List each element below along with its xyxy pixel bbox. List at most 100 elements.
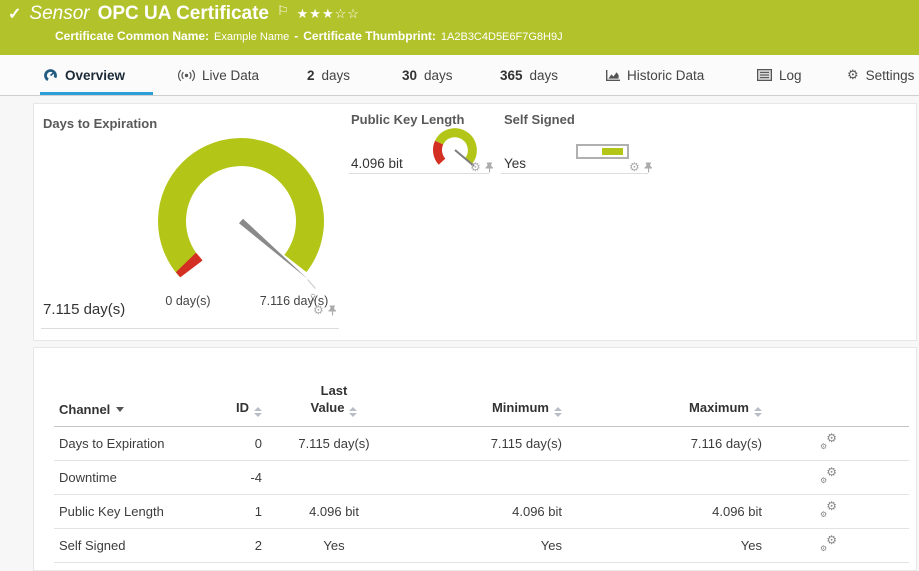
gauges-panel: Days to Expiration x̄ 0 day(s) 7.116 day… xyxy=(33,103,917,341)
pin-icon[interactable] xyxy=(328,305,337,316)
tile-divider xyxy=(501,173,648,174)
tab-30-days-unit: days xyxy=(424,68,453,83)
cell-id: -4 xyxy=(214,460,264,494)
gauge-public-key-length-value: 4.096 bit xyxy=(351,156,403,171)
tab-2-days[interactable]: 2 days xyxy=(307,55,350,95)
pin-icon[interactable] xyxy=(485,162,494,173)
cell-maximum: 4.096 bit xyxy=(564,494,764,528)
channel-settings-gear-icon[interactable]: ⚙ xyxy=(313,304,324,316)
self-signed-indicator xyxy=(576,144,629,159)
sort-icon xyxy=(349,407,357,417)
cell-last-value: 4.096 bit xyxy=(264,494,404,528)
edit-channel-gears-icon[interactable]: ⚙⚙ xyxy=(820,502,837,517)
tab-30-days-number: 30 xyxy=(402,68,417,83)
channel-settings-gear-icon[interactable]: ⚙ xyxy=(629,161,640,173)
cell-last-value xyxy=(264,460,404,494)
gauge-self-signed-title: Self Signed xyxy=(504,112,575,127)
cell-maximum: Yes xyxy=(564,528,764,562)
gauge-scale-min: 0 day(s) xyxy=(144,294,232,308)
gauge-threshold-red-tick xyxy=(186,263,192,269)
table-row: Self Signed 2 Yes Yes Yes ⚙⚙ xyxy=(54,528,909,562)
tab-overview[interactable]: Overview xyxy=(43,55,125,95)
cell-minimum xyxy=(404,460,564,494)
table-row: Public Key Length 1 4.096 bit 4.096 bit … xyxy=(54,494,909,528)
table-row: Downtime -4 ⚙⚙ xyxy=(54,460,909,494)
tab-overview-label: Overview xyxy=(65,68,125,83)
tab-365-days[interactable]: 365 days xyxy=(500,55,558,95)
sort-icon xyxy=(754,407,762,417)
pin-icon[interactable] xyxy=(644,162,653,173)
cell-last-value: Yes xyxy=(264,528,404,562)
thumbprint-value: 1A2B3C4D5E6F7G8H9J xyxy=(441,31,563,43)
cell-minimum: Yes xyxy=(404,528,564,562)
subtitle-separator: - xyxy=(294,29,298,43)
tab-settings-label: Settings xyxy=(866,68,915,83)
gauge-tile-actions: ⚙ xyxy=(629,161,653,173)
header-actions xyxy=(764,364,909,426)
channels-panel: Channel ID LastValue Minimum Maximum Day… xyxy=(33,347,917,571)
sensor-tabbar: Overview Live Data 2 days 30 days 365 da… xyxy=(0,55,919,96)
tab-historic-data-label: Historic Data xyxy=(627,68,704,83)
common-name-value: Example Name xyxy=(214,31,289,43)
gauge-days-to-expiration-value: 7.115 day(s) xyxy=(43,301,125,318)
gauge-arc-green xyxy=(439,133,472,161)
header-channel[interactable]: Channel xyxy=(54,364,214,426)
sort-icon xyxy=(254,407,262,417)
tile-divider xyxy=(349,173,489,174)
tab-live-data[interactable]: Live Data xyxy=(178,55,259,95)
tab-log[interactable]: Log xyxy=(757,55,802,95)
cell-maximum xyxy=(564,460,764,494)
edit-channel-gears-icon[interactable]: ⚙⚙ xyxy=(820,434,837,449)
object-kind-label: Sensor xyxy=(29,3,89,25)
channel-settings-gear-icon[interactable]: ⚙ xyxy=(470,161,481,173)
sensor-header: ✓ Sensor OPC UA Certificate ⚐ ★★★☆☆ Cert… xyxy=(0,0,919,55)
status-up-check-icon: ✓ xyxy=(8,4,21,24)
cell-id: 0 xyxy=(214,426,264,460)
gauge-icon xyxy=(43,68,58,82)
tab-365-days-unit: days xyxy=(530,68,559,83)
tab-settings[interactable]: ⚙ Settings xyxy=(847,55,914,95)
cell-id: 1 xyxy=(214,494,264,528)
stars-filled[interactable]: ★★★ xyxy=(297,6,335,21)
cell-actions: ⚙⚙ xyxy=(764,528,909,562)
tab-log-label: Log xyxy=(779,68,802,83)
cell-minimum: 4.096 bit xyxy=(404,494,564,528)
cell-actions: ⚙⚙ xyxy=(764,426,909,460)
sort-desc-icon xyxy=(116,407,124,412)
gauge-arc-red xyxy=(437,143,442,162)
priority-stars[interactable]: ★★★☆☆ xyxy=(297,6,360,22)
tab-2-days-number: 2 xyxy=(307,68,315,83)
header-maximum[interactable]: Maximum xyxy=(564,364,764,426)
header-id[interactable]: ID xyxy=(214,364,264,426)
cell-id: 2 xyxy=(214,528,264,562)
table-row: Days to Expiration 0 7.115 day(s) 7.115 … xyxy=(54,426,909,460)
header-minimum[interactable]: Minimum xyxy=(404,364,564,426)
gauge-tile-actions: ⚙ xyxy=(470,161,494,173)
edit-channel-gears-icon[interactable]: ⚙⚙ xyxy=(820,536,837,551)
table-header-row: Channel ID LastValue Minimum Maximum xyxy=(54,364,909,426)
gauge-arc-green xyxy=(172,152,310,267)
thumbprint-label: Certificate Thumbprint: xyxy=(303,29,436,43)
header-last-value[interactable]: LastValue xyxy=(264,364,404,426)
tab-historic-data[interactable]: Historic Data xyxy=(605,55,704,95)
tab-2-days-unit: days xyxy=(322,68,351,83)
cell-channel: Public Key Length xyxy=(54,494,214,528)
sensor-subtitle-row: Certificate Common Name: Example Name - … xyxy=(55,29,563,43)
priority-flag-icon[interactable]: ⚐ xyxy=(277,3,289,19)
tab-365-days-number: 365 xyxy=(500,68,523,83)
common-name-label: Certificate Common Name: xyxy=(55,29,209,43)
cell-channel: Downtime xyxy=(54,460,214,494)
edit-channel-gears-icon[interactable]: ⚙⚙ xyxy=(820,468,837,483)
settings-gear-icon: ⚙ xyxy=(847,67,859,83)
gauge-tile-actions: ⚙ xyxy=(313,304,337,316)
cell-actions: ⚙⚙ xyxy=(764,460,909,494)
tab-30-days[interactable]: 30 days xyxy=(402,55,453,95)
cell-last-value: 7.115 day(s) xyxy=(264,426,404,460)
gauge-self-signed-value: Yes xyxy=(504,156,526,171)
stars-empty[interactable]: ☆☆ xyxy=(335,6,360,21)
cell-actions: ⚙⚙ xyxy=(764,494,909,528)
channels-table: Channel ID LastValue Minimum Maximum Day… xyxy=(54,364,909,563)
log-list-icon xyxy=(757,69,772,81)
gauge-mean-line xyxy=(308,280,316,289)
sensor-title-row: ✓ Sensor OPC UA Certificate ⚐ ★★★☆☆ xyxy=(8,3,360,25)
